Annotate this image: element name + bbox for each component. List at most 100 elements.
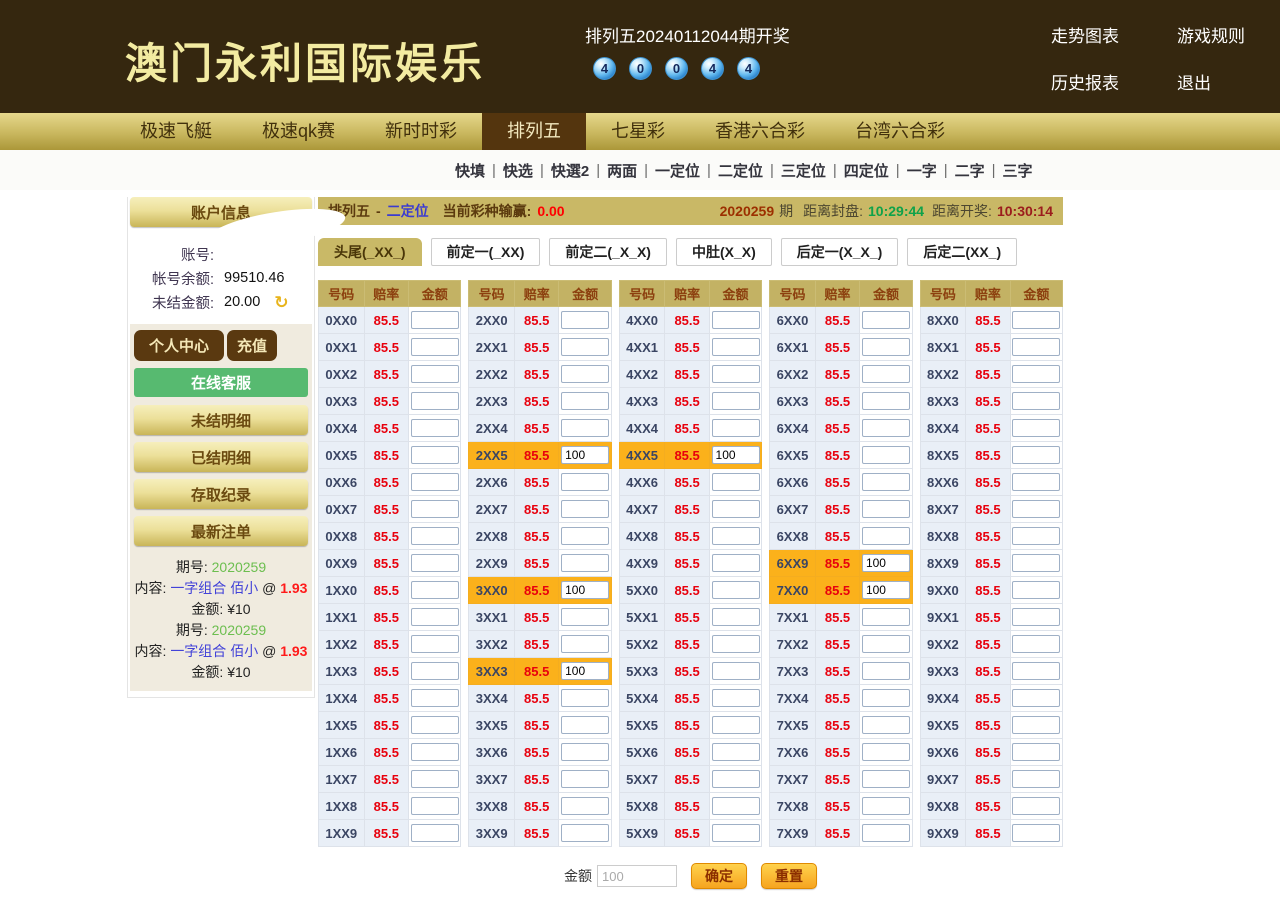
- nav-tab[interactable]: 香港六合彩: [690, 113, 830, 150]
- bet-amount-input[interactable]: [862, 311, 910, 329]
- bet-amount-input[interactable]: [1012, 392, 1060, 410]
- bet-amount-input[interactable]: [712, 311, 760, 329]
- bet-amount-input[interactable]: [1012, 473, 1060, 491]
- bet-amount-input[interactable]: [862, 554, 910, 572]
- bet-amount-input[interactable]: [411, 527, 459, 545]
- bet-amount-input[interactable]: [862, 635, 910, 653]
- bet-amount-input[interactable]: [1012, 770, 1060, 788]
- bet-amount-input[interactable]: [411, 554, 459, 572]
- amount-input[interactable]: [597, 865, 677, 887]
- bet-amount-input[interactable]: [862, 824, 910, 842]
- bet-amount-input[interactable]: [1012, 311, 1060, 329]
- reset-button[interactable]: 重置: [761, 863, 817, 889]
- nav-tab[interactable]: 排列五: [482, 113, 586, 150]
- latest-bets-button[interactable]: 最新注单: [134, 516, 308, 546]
- bet-amount-input[interactable]: [712, 527, 760, 545]
- bet-amount-input[interactable]: [411, 446, 459, 464]
- bet-amount-input[interactable]: [411, 473, 459, 491]
- bet-amount-input[interactable]: [712, 824, 760, 842]
- bet-amount-input[interactable]: [1012, 338, 1060, 356]
- bet-amount-input[interactable]: [862, 797, 910, 815]
- bet-amount-input[interactable]: [712, 392, 760, 410]
- position-tab[interactable]: 前定一(_XX): [431, 238, 541, 266]
- recharge-button[interactable]: 充值: [227, 330, 277, 361]
- bet-amount-input[interactable]: [411, 365, 459, 383]
- bet-amount-input[interactable]: [862, 527, 910, 545]
- bet-amount-input[interactable]: [411, 743, 459, 761]
- bet-amount-input[interactable]: [862, 446, 910, 464]
- bet-amount-input[interactable]: [712, 797, 760, 815]
- bet-amount-input[interactable]: [561, 608, 609, 626]
- unsettled-detail-button[interactable]: 未结明细: [134, 405, 308, 435]
- bet-amount-input[interactable]: [411, 338, 459, 356]
- deposit-record-button[interactable]: 存取纪录: [134, 479, 308, 509]
- bet-amount-input[interactable]: [561, 311, 609, 329]
- bet-amount-input[interactable]: [712, 500, 760, 518]
- bet-amount-input[interactable]: [712, 554, 760, 572]
- bet-amount-input[interactable]: [561, 392, 609, 410]
- bet-amount-input[interactable]: [1012, 554, 1060, 572]
- nav-tab[interactable]: 极速飞艇: [115, 113, 237, 150]
- bet-amount-input[interactable]: [1012, 797, 1060, 815]
- bet-amount-input[interactable]: [561, 446, 609, 464]
- bet-amount-input[interactable]: [862, 743, 910, 761]
- bet-amount-input[interactable]: [1012, 743, 1060, 761]
- bet-amount-input[interactable]: [561, 662, 609, 680]
- bet-amount-input[interactable]: [411, 797, 459, 815]
- bet-amount-input[interactable]: [1012, 662, 1060, 680]
- position-tab[interactable]: 头尾(_XX_): [318, 238, 422, 266]
- bet-amount-input[interactable]: [1012, 635, 1060, 653]
- bet-amount-input[interactable]: [411, 689, 459, 707]
- position-tab[interactable]: 前定二(_X_X): [549, 238, 667, 266]
- bet-amount-input[interactable]: [561, 527, 609, 545]
- bet-amount-input[interactable]: [712, 608, 760, 626]
- subnav-item[interactable]: 快填: [455, 160, 485, 181]
- bet-amount-input[interactable]: [712, 338, 760, 356]
- bet-amount-input[interactable]: [411, 662, 459, 680]
- link-logout[interactable]: 退出: [1177, 69, 1245, 94]
- personal-center-button[interactable]: 个人中心: [134, 330, 224, 361]
- bet-amount-input[interactable]: [561, 743, 609, 761]
- refresh-balance-icon[interactable]: ↻: [274, 294, 288, 311]
- position-tab[interactable]: 后定一(X_X_): [781, 238, 899, 266]
- bet-amount-input[interactable]: [1012, 581, 1060, 599]
- bet-amount-input[interactable]: [1012, 419, 1060, 437]
- bet-amount-input[interactable]: [712, 365, 760, 383]
- bet-amount-input[interactable]: [862, 392, 910, 410]
- subnav-item[interactable]: 四定位: [844, 160, 889, 181]
- bet-amount-input[interactable]: [561, 500, 609, 518]
- bet-amount-input[interactable]: [862, 770, 910, 788]
- nav-tab[interactable]: 台湾六合彩: [830, 113, 970, 150]
- subnav-item[interactable]: 二定位: [718, 160, 763, 181]
- bet-amount-input[interactable]: [1012, 716, 1060, 734]
- bet-amount-input[interactable]: [862, 419, 910, 437]
- bet-amount-input[interactable]: [862, 716, 910, 734]
- bet-amount-input[interactable]: [561, 338, 609, 356]
- bet-amount-input[interactable]: [1012, 446, 1060, 464]
- link-trend-chart[interactable]: 走势图表: [1051, 22, 1119, 47]
- nav-tab[interactable]: 新时时彩: [360, 113, 482, 150]
- bet-amount-input[interactable]: [862, 581, 910, 599]
- subnav-item[interactable]: 两面: [607, 160, 637, 181]
- bet-amount-input[interactable]: [712, 419, 760, 437]
- bet-amount-input[interactable]: [561, 419, 609, 437]
- bet-amount-input[interactable]: [712, 473, 760, 491]
- bet-amount-input[interactable]: [561, 824, 609, 842]
- bet-amount-input[interactable]: [411, 770, 459, 788]
- nav-tab[interactable]: 七星彩: [586, 113, 690, 150]
- bet-amount-input[interactable]: [862, 338, 910, 356]
- bet-amount-input[interactable]: [712, 446, 760, 464]
- settled-detail-button[interactable]: 已结明细: [134, 442, 308, 472]
- bet-amount-input[interactable]: [712, 716, 760, 734]
- link-game-rules[interactable]: 游戏规则: [1177, 22, 1245, 47]
- subnav-item[interactable]: 快選2: [551, 160, 589, 181]
- bet-amount-input[interactable]: [862, 689, 910, 707]
- bet-amount-input[interactable]: [1012, 527, 1060, 545]
- bet-amount-input[interactable]: [712, 743, 760, 761]
- bet-amount-input[interactable]: [411, 824, 459, 842]
- bet-amount-input[interactable]: [1012, 824, 1060, 842]
- bet-amount-input[interactable]: [712, 689, 760, 707]
- bet-amount-input[interactable]: [561, 797, 609, 815]
- bet-amount-input[interactable]: [561, 554, 609, 572]
- subnav-item[interactable]: 一定位: [655, 160, 700, 181]
